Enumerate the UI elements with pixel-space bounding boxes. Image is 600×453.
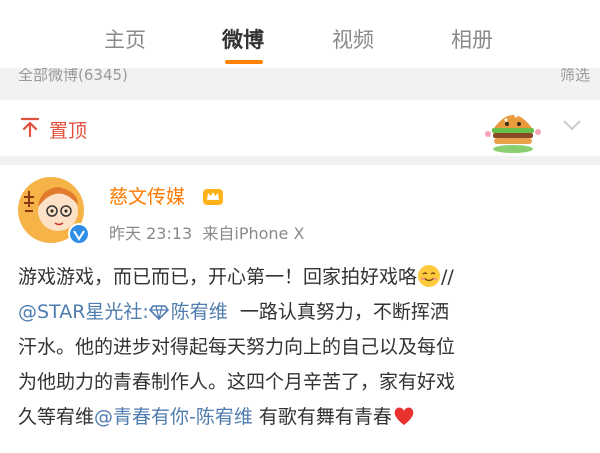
text-segment: 游戏游戏，而已而已，开心第一！回家拍好戏咯: [18, 266, 418, 288]
text-segment: 汗水。他的进步对得起每天努力向上的自己以及每位: [18, 336, 456, 358]
post-text: 游戏游戏，而已而已，开心第一！回家拍好戏咯 // @STAR星光社: 陈宥维 一路认…: [18, 260, 588, 435]
burger-sticker-icon: [485, 114, 541, 153]
all-posts-count: 全部微博(6345): [18, 68, 128, 84]
active-tab-indicator: [225, 60, 263, 64]
profile-tab-bar: 主页 微博 视频 相册: [0, 0, 600, 68]
text-segment: 有歌有舞有青春: [252, 406, 392, 428]
post-meta: 昨天 23:13 来自iPhone X: [109, 220, 304, 244]
weibo-post: 慈文传媒 昨天 23:13 来自iPhone X 游戏游戏，而已而已，开心第一！…: [0, 165, 600, 453]
mention-link-chenyouwei[interactable]: 陈宥维: [148, 301, 228, 323]
heart-emoji-icon: [394, 407, 414, 425]
diamond-icon: [148, 305, 169, 320]
tab-home[interactable]: 主页: [104, 24, 146, 54]
tab-album[interactable]: 相册: [451, 24, 493, 54]
section-divider: [0, 156, 600, 165]
post-line-4: 为他助力的青春制作人。这四个月辛苦了，家有好戏: [18, 365, 588, 400]
pin-icon: [20, 117, 40, 138]
repost-separator: //: [441, 266, 454, 288]
pinned-label: 置顶: [49, 120, 88, 142]
post-line-3: 汗水。他的进步对得起每天努力向上的自己以及每位: [18, 330, 588, 365]
post-time: 昨天 23:13: [109, 224, 193, 243]
post-author-name[interactable]: 慈文传媒: [109, 182, 185, 209]
text-segment: 为他助力的青春制作人。这四个月辛苦了，家有好戏: [18, 371, 456, 393]
mention-link-star[interactable]: @STAR星光社:: [18, 301, 149, 323]
vip-crown-icon[interactable]: [202, 185, 224, 207]
post-line-5: 久等宥维@青春有你-陈宥维 有歌有舞有青春: [18, 400, 588, 435]
filter-button[interactable]: 筛选: [560, 68, 590, 85]
verified-badge-icon: [68, 223, 90, 245]
text-segment: 一路认真努力，不断挥洒: [239, 301, 449, 323]
tab-video[interactable]: 视频: [332, 24, 374, 54]
pinned-header[interactable]: 置顶: [0, 100, 600, 157]
mention-link-qingchun[interactable]: @青春有你-陈宥维: [94, 406, 253, 428]
post-line-1: 游戏游戏，而已而已，开心第一！回家拍好戏咯 //: [18, 260, 588, 295]
text-segment: 久等宥维: [18, 406, 95, 428]
mention-text: 陈宥维: [170, 301, 228, 323]
chevron-down-icon[interactable]: [562, 118, 582, 132]
post-source: 来自iPhone X: [202, 224, 305, 243]
smile-emoji-icon: [418, 265, 441, 287]
tab-weibo[interactable]: 微博: [222, 24, 264, 54]
post-line-2: @STAR星光社: 陈宥维 一路认真努力，不断挥洒: [18, 295, 588, 330]
filter-bar: 全部微博(6345) 筛选: [0, 68, 600, 100]
